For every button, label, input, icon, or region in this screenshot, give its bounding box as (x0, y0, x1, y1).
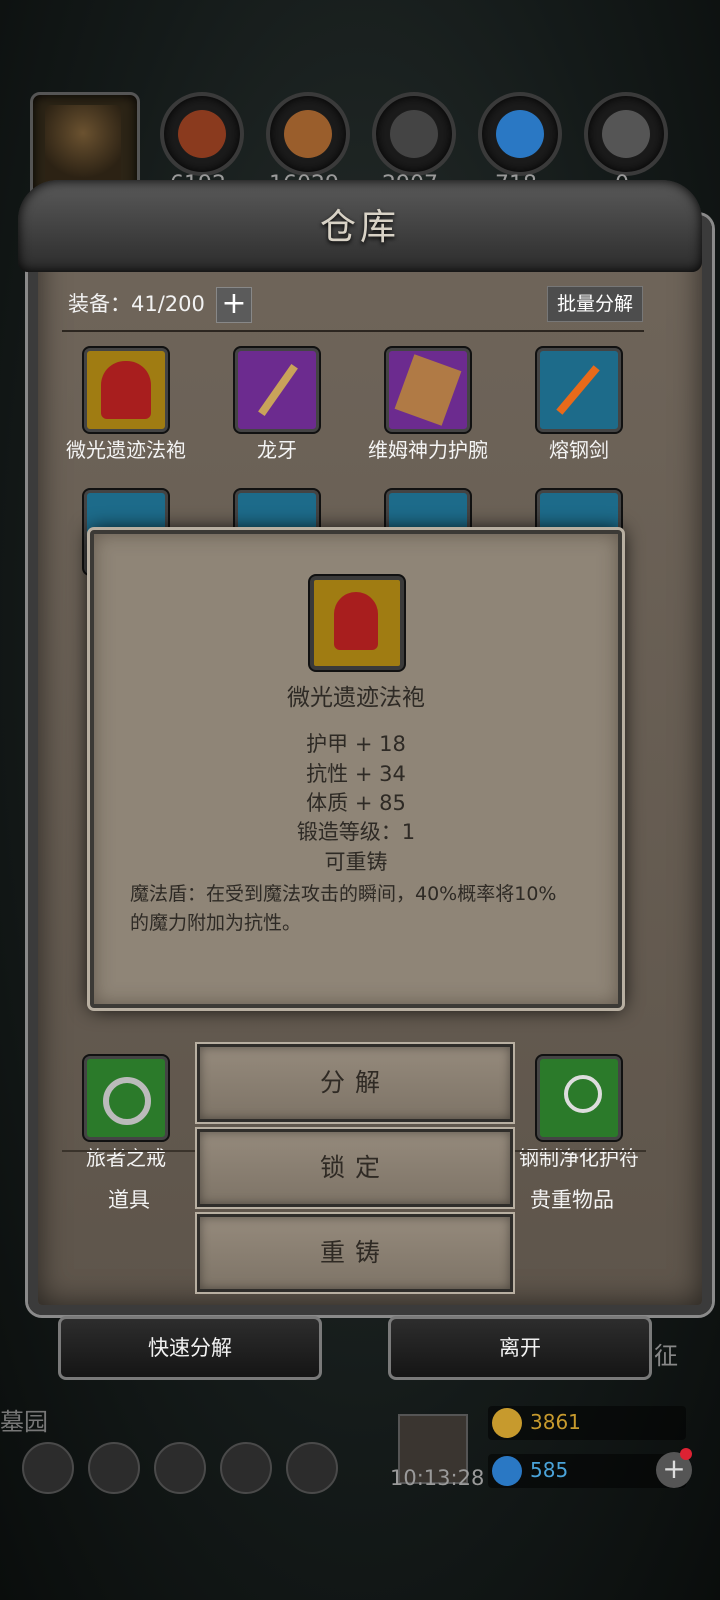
side-label: 征 (654, 1342, 678, 1370)
inventory-item[interactable]: 微光遗迹法袍 (51, 348, 201, 463)
inventory-item[interactable]: 熔钢剑 (504, 348, 654, 463)
gold-display: 3861 (488, 1406, 686, 1440)
decompose-button[interactable]: 分解 (197, 1044, 513, 1122)
item-label: 龙牙 (257, 438, 297, 462)
gem-icon (492, 1456, 522, 1486)
item-label: 维姆神力护腕 (368, 438, 488, 462)
item-label: 微光遗迹法袍 (66, 438, 186, 462)
stat-forge-level: 锻造等级：1 (296, 820, 416, 844)
gem-value: 585 (530, 1458, 569, 1482)
menu-icon[interactable] (154, 1442, 206, 1494)
item-description: 魔法盾：在受到魔法攻击的瞬间，40%概率将10%的魔力附加为抗性。 (130, 883, 557, 934)
item-name: 微光遗迹法袍 (287, 685, 425, 711)
gold-value: 3861 (530, 1410, 581, 1434)
inventory-item[interactable]: 龙牙 (202, 348, 352, 463)
robe-icon (84, 348, 168, 432)
menu-icon[interactable] (22, 1442, 74, 1494)
robe-icon (310, 576, 404, 670)
expand-capacity-button[interactable]: + (216, 287, 252, 323)
bracer-icon (386, 348, 470, 432)
leave-button[interactable]: 离开 (388, 1316, 652, 1380)
equip-count: 装备：41/200 (68, 292, 205, 316)
location-label: 墓园 (0, 1408, 48, 1436)
sword-icon (537, 348, 621, 432)
clock: 10:13:28 (390, 1466, 485, 1490)
notification-dot (680, 1448, 692, 1460)
item-detail-tooltip: 微光遗迹法袍 护甲 + 18 抗性 + 34 体质 + 85 锻造等级：1 可重… (90, 530, 622, 1008)
menu-icon[interactable] (286, 1442, 338, 1494)
quick-decompose-button[interactable]: 快速分解 (58, 1316, 322, 1380)
amulet-icon (537, 1056, 621, 1140)
meat-icon[interactable] (160, 92, 244, 176)
lock-button[interactable]: 锁定 (197, 1129, 513, 1207)
dagger-icon (235, 348, 319, 432)
tab-valuables[interactable]: 贵重物品 (530, 1184, 614, 1214)
menu-icon[interactable] (220, 1442, 272, 1494)
ring-icon (84, 1056, 168, 1140)
hero-avatar (45, 105, 121, 185)
crystal-icon[interactable] (478, 92, 562, 176)
stone-icon[interactable] (372, 92, 456, 176)
inventory-item[interactable]: 维姆神力护腕 (353, 348, 503, 463)
wood-icon[interactable] (266, 92, 350, 176)
gold-coin-icon (492, 1408, 522, 1438)
divider (62, 330, 644, 332)
batch-decompose-button[interactable]: 批量分解 (547, 286, 643, 322)
stat-constitution: 体质 + 85 (306, 791, 406, 815)
stat-recastable: 可重铸 (324, 850, 388, 874)
tab-items[interactable]: 道具 (108, 1184, 150, 1214)
item-label: 熔钢剑 (549, 438, 609, 462)
iron-icon[interactable] (584, 92, 668, 176)
stat-resistance: 抗性 + 34 (306, 762, 406, 786)
stat-armor: 护甲 + 18 (306, 732, 406, 756)
recast-button[interactable]: 重铸 (197, 1214, 513, 1292)
menu-icon[interactable] (88, 1442, 140, 1494)
panel-title: 仓库 (319, 207, 400, 248)
